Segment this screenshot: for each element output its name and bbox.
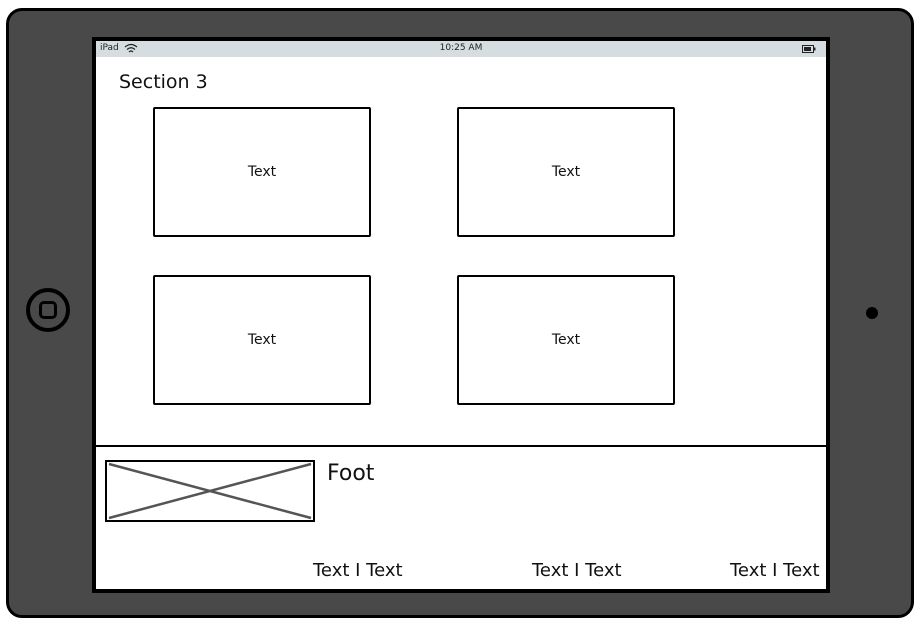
footer-link[interactable]: Text I Text <box>313 560 403 581</box>
content-card[interactable]: Text <box>153 275 371 405</box>
footer-link[interactable]: Text I Text <box>532 560 622 581</box>
wireframe-canvas: iPad 10:25 AM Section 3 Text Text Text T… <box>0 0 921 627</box>
home-button-icon <box>39 301 57 319</box>
camera-icon <box>866 307 878 319</box>
ipad-screen: iPad 10:25 AM Section 3 Text Text Text T… <box>92 37 830 593</box>
section-title: Section 3 <box>119 71 208 93</box>
card-label: Text <box>247 332 277 348</box>
card-label: Text <box>247 164 277 180</box>
card-label: Text <box>551 164 581 180</box>
content-card[interactable]: Text <box>457 275 675 405</box>
status-time: 10:25 AM <box>439 43 483 53</box>
status-bar: iPad 10:25 AM <box>96 41 826 57</box>
content-card[interactable]: Text <box>457 107 675 237</box>
image-placeholder-icon <box>105 460 315 522</box>
battery-icon <box>802 45 816 53</box>
card-label: Text <box>551 332 581 348</box>
content-card[interactable]: Text <box>153 107 371 237</box>
footer-divider <box>96 445 826 447</box>
home-button[interactable] <box>26 288 70 332</box>
footer-link[interactable]: Text I Text <box>730 560 820 581</box>
footer-title: Foot <box>327 461 375 486</box>
